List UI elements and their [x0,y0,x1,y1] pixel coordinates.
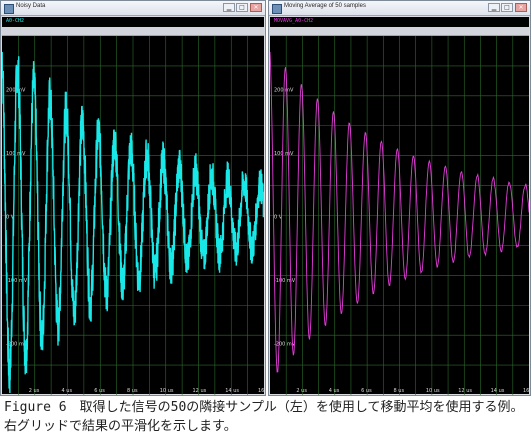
maximize-button[interactable]: □ [236,3,248,12]
scroll-strip[interactable] [270,27,529,36]
noisy-data-window: Noisy Data ▁ □ ✕ A0-CH2 200 mV 100 mV 0 V-… [0,0,266,396]
y-tick-label: -100 mV [6,278,28,284]
title-bar[interactable]: Noisy Data ▁ □ ✕ [1,1,265,16]
average-plot: 200 mV100 mV0 V-100 mV-200 mV2 us 4 us 6 u… [270,36,529,395]
maximize-button[interactable]: □ [501,3,513,12]
x-tick-label: 2 us [296,388,307,394]
average-plot-area[interactable]: 200 mV 100 mV 0 V -100 mV -200 mV 2 us 4 us 6 u… [270,36,529,395]
figure-caption: Figure 6 取得した信号の50の隣接サンプル（左）を使用して移動平均を使用… [4,400,524,434]
trace-label: A0-CH2 [6,18,25,24]
noisy-plot: 200 mV100 mV0 V-100 mV-200 mV2 us 4 us 6 u… [2,36,264,395]
y-tick-label: -100 mV [274,278,296,284]
x-tick-label: 2 us [29,388,40,394]
trace-label: MOVAVG_A0-CH2 [274,18,314,24]
moving-average-window: Moving Average of 50 samples ▁ □ ✕ MOVAV… [268,0,531,396]
x-tick-label: 8 us [127,388,138,394]
x-tick-label: 10 us [426,388,440,394]
y-tick-label: 100 mV [6,151,26,157]
app-icon [272,4,282,14]
close-button[interactable]: ✕ [250,3,262,12]
x-tick-label: 12 us [458,388,472,394]
close-button[interactable]: ✕ [515,3,527,12]
title-bar[interactable]: Moving Average of 50 samples ▁ □ ✕ [269,1,530,16]
x-tick-label: 4 us [329,388,340,394]
window-title: Noisy Data [16,3,46,9]
x-tick-label: 16 us [523,388,529,394]
minimize-button[interactable]: ▁ [488,3,500,12]
x-tick-label: 10 us [160,388,174,394]
noisy-plot-area[interactable]: 200 mV 100 mV 0 V -100 mV -200 mV 2 us 4 us 6 u… [2,36,264,395]
x-tick-label: 14 us [225,388,239,394]
x-tick-label: 4 us [62,388,73,394]
x-tick-label: 8 us [394,388,405,394]
scroll-strip[interactable] [2,27,264,36]
trace-label-bar: MOVAVG_A0-CH2 [270,17,529,27]
x-tick-label: 14 us [491,388,505,394]
x-tick-label: 6 us [361,388,372,394]
x-tick-label: 16 us [258,388,264,394]
app-icon [4,4,14,14]
x-tick-label: 6 us [94,388,105,394]
x-tick-label: 12 us [193,388,207,394]
minimize-button[interactable]: ▁ [223,3,235,12]
y-tick-label: 100 mV [274,151,294,157]
window-title: Moving Average of 50 samples [284,3,366,9]
trace-label-bar: A0-CH2 [2,17,264,27]
